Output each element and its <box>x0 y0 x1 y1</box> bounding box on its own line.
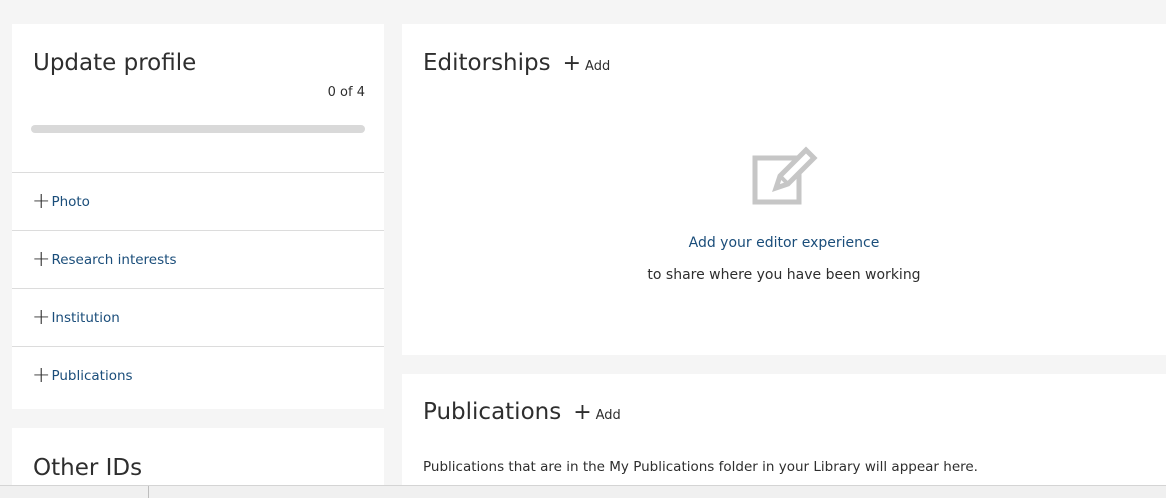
plus-icon: + <box>562 51 582 76</box>
profile-progress-bar <box>31 125 365 133</box>
add-institution-label: Institution <box>51 309 120 326</box>
publications-card: Publications + Add Publications that are… <box>402 374 1166 497</box>
plus-icon: + <box>573 400 592 425</box>
add-publications-label: Publications <box>51 367 133 384</box>
editorships-empty-hint: to share where you have been working <box>647 267 921 283</box>
edit-note-icon <box>752 146 818 205</box>
add-editor-experience-link[interactable]: Add your editor experience <box>402 235 1166 251</box>
status-bar-divider <box>148 486 149 498</box>
plus-icon: + <box>32 304 51 330</box>
update-profile-card: Update profile 0 of 4 + Photo + Research… <box>12 24 384 409</box>
plus-icon: + <box>32 188 51 214</box>
publications-description: Publications that are in the My Publicat… <box>423 459 978 475</box>
plus-icon: + <box>32 362 51 388</box>
add-publication-label: Add <box>595 408 621 423</box>
add-photo-item[interactable]: + Photo <box>12 172 384 230</box>
profile-item-list: + Photo + Research interests + Instituti… <box>12 172 384 404</box>
add-research-interests-label: Research interests <box>51 251 177 268</box>
publications-title: Publications <box>423 399 562 425</box>
add-institution-item[interactable]: + Institution <box>12 288 384 346</box>
other-ids-title: Other IDs <box>33 455 143 481</box>
editorships-card: Editorships + Add Add your editor experi… <box>402 24 1166 355</box>
add-publication-button[interactable]: + Add <box>573 402 621 424</box>
add-editorship-label: Add <box>585 59 611 74</box>
editorships-title: Editorships <box>423 50 551 76</box>
profile-completion-count: 0 of 4 <box>327 85 365 100</box>
add-editorship-button[interactable]: + Add <box>563 53 611 75</box>
plus-icon: + <box>32 246 51 272</box>
add-research-interests-item[interactable]: + Research interests <box>12 230 384 288</box>
publications-header: Publications + Add <box>423 399 621 425</box>
update-profile-title: Update profile <box>33 50 197 76</box>
editorships-header: Editorships + Add <box>423 50 610 76</box>
add-photo-label: Photo <box>51 193 90 210</box>
add-publications-item[interactable]: + Publications <box>12 346 384 404</box>
bottom-status-bar <box>0 485 1166 498</box>
